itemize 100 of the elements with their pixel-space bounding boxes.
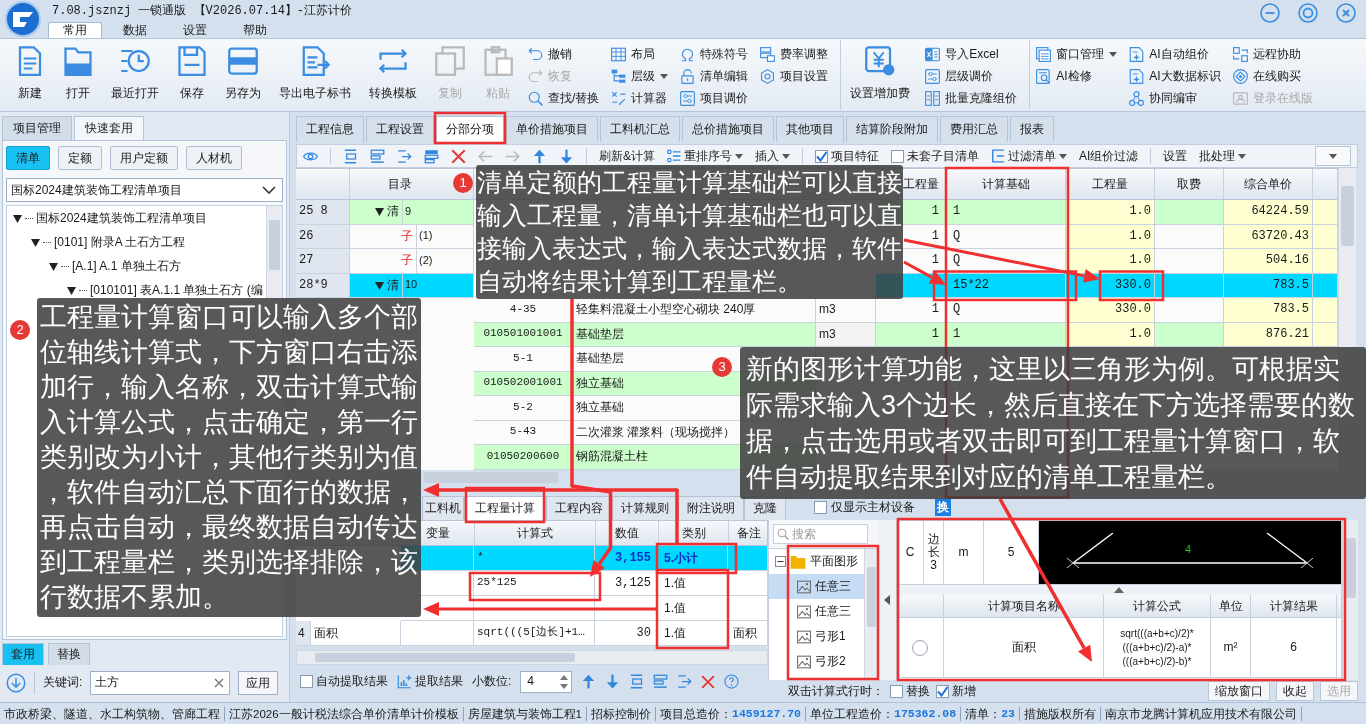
checkbox[interactable] [815,149,828,163]
toolbar-button[interactable]: AI组价过滤 [1079,148,1139,164]
item-code[interactable]: 01050200600 [474,445,573,470]
ribbon-button[interactable]: 远程协助 [1232,45,1313,64]
framed-lines-icon[interactable] [629,674,645,689]
checkbox-label[interactable]: 仅显示主材设备 [831,499,915,515]
column-header[interactable]: 数值 [615,525,639,541]
vertical-scrollbar[interactable] [864,549,878,680]
ribbon-button[interactable]: 另存为 [216,40,270,110]
checkbox[interactable] [814,500,827,514]
ribbon-button[interactable]: 查找/替换 [528,89,600,108]
expression[interactable]: sqrt(((5[边长]+1… [474,621,595,646]
tab[interactable]: 工料机汇总 [600,116,680,142]
tab[interactable]: 工程设置 [366,116,434,142]
filter-button[interactable]: 定额 [58,146,102,170]
ribbon-button[interactable]: 计算器 [611,89,669,108]
ribbon-button[interactable]: 布局 [611,45,669,64]
search-field[interactable]: 搜索 [773,524,868,544]
table-cell[interactable]: 清 9 [350,200,474,225]
tree-item[interactable]: 任意三 [769,599,864,624]
checkbox[interactable] [891,149,904,163]
filter-button[interactable]: 清单 [6,146,50,170]
collapse-box-icon[interactable] [775,556,786,567]
tree-toggle-icon[interactable] [375,280,384,290]
ribbon-button[interactable]: 项目调价 [680,89,749,108]
tree-item[interactable]: [0101] 附录A 土石方工程 [54,234,186,250]
vertical-scrollbar[interactable] [1338,168,1356,347]
collapse-left-icon[interactable] [884,595,890,605]
panel-tab[interactable]: 项目管理 [2,116,72,140]
panel-button[interactable]: 缩放窗口 [1208,681,1270,701]
logo-icon[interactable] [5,1,41,37]
tree-item[interactable]: 弓形2 [769,649,864,674]
expression[interactable]: 25*125 [474,571,595,596]
filter-button[interactable]: 人材机 [186,146,242,170]
horizontal-scrollbar[interactable] [424,471,558,483]
menu-tab[interactable]: 帮助 [228,22,282,38]
library-dropdown[interactable]: 国标2024建筑装饰工程清单项目 [6,178,283,202]
outdent-arrow-icon[interactable] [677,674,693,689]
column-header[interactable]: 工程量 [1092,176,1128,192]
checkbox-label[interactable]: 新增 [952,683,976,699]
tab[interactable]: 单价措施项目 [506,116,598,142]
menu-tab[interactable]: 设置 [168,22,222,38]
tree-item[interactable]: [010101] 表A.1.1 单独土石方 (编 [90,282,263,298]
toolbar-button[interactable]: 重排序号 [667,148,743,164]
column-header[interactable]: 类别 [681,525,706,541]
outdent-arrow-icon[interactable] [397,148,412,164]
toolbar-button[interactable]: 批处理 [1199,148,1247,164]
ribbon-button[interactable]: 清单编辑 [680,67,749,86]
tab[interactable]: 分部分项 [436,116,504,142]
checkbox-label[interactable]: 自动提取结果 [316,674,388,689]
toolbar-button[interactable]: 设置 [1163,148,1188,164]
column-header[interactable]: 计算式 [517,525,553,541]
ribbon-button[interactable]: 特殊符号 [680,45,749,64]
table-cell[interactable]: 子 (2) [350,249,474,274]
checkbox[interactable] [300,675,313,688]
tree-item[interactable]: [A.1] A.1 单独土石方 [72,258,181,274]
down-arrow-icon[interactable] [559,148,574,164]
delete-cross-icon[interactable] [701,674,716,689]
tab[interactable]: 工程信息 [296,116,364,142]
checkbox-label[interactable]: 项目特征 [831,148,879,164]
decimal-places-field[interactable]: 4 [520,670,573,693]
tab[interactable]: 报表 [1010,116,1054,142]
ribbon-button[interactable]: 项目设置 [760,67,829,86]
column-header[interactable]: 工程量 [903,176,939,192]
tab[interactable]: 结算阶段附加 [846,116,938,142]
ribbon-button[interactable]: 打开 [54,40,102,110]
ribbon-button[interactable]: 层级调价 [925,67,1018,86]
tab[interactable]: 其他项目 [776,116,844,142]
ribbon-button[interactable]: 转换模板 [360,40,426,110]
column-header[interactable]: 计算基础 [981,176,1030,192]
download-circle-icon[interactable] [6,672,26,693]
tree-toggle-icon[interactable] [13,213,22,223]
menu-tab[interactable]: 常用 [48,22,102,38]
tree-item[interactable]: 国标2024建筑装饰工程清单项目 [36,210,207,226]
tree-toggle-icon[interactable] [31,237,40,247]
tab[interactable]: 工料机 [422,496,464,520]
dropdown-button[interactable] [1315,146,1351,166]
column-header[interactable]: 备注 [736,525,761,541]
ribbon-button[interactable]: 最近打开 [102,40,168,110]
tab[interactable]: 总价措施项目 [682,116,774,142]
ribbon-button[interactable]: 导入Excel [925,45,1018,64]
vertical-scrollbar[interactable] [266,206,282,298]
ribbon-button[interactable]: 保存 [168,40,216,110]
toolbar-button[interactable]: 过滤清单 [991,148,1067,164]
clear-icon[interactable] [214,677,225,688]
stacked-bars-icon[interactable] [653,674,669,689]
tree-toggle-icon[interactable] [67,285,76,295]
tab[interactable]: 工程内容 [546,496,612,520]
filter-button[interactable]: 用户定额 [110,146,178,170]
radio-button[interactable] [912,639,928,656]
panel-tab[interactable]: 套用 [2,643,44,665]
tab[interactable]: 工程量计算 [464,496,546,520]
column-header[interactable]: 计算项目名称 [987,598,1060,614]
column-header[interactable]: 计算公式 [1133,598,1181,614]
expand-up-icon[interactable] [1114,587,1124,593]
extract-button[interactable]: 提取结果 [397,674,463,689]
stacked-bars-icon[interactable] [370,148,385,164]
tree-item[interactable]: 平面图形 [769,549,864,574]
stacked-bars-icon[interactable] [424,148,439,164]
checkbox-label[interactable]: 未套子目清单 [907,148,979,164]
